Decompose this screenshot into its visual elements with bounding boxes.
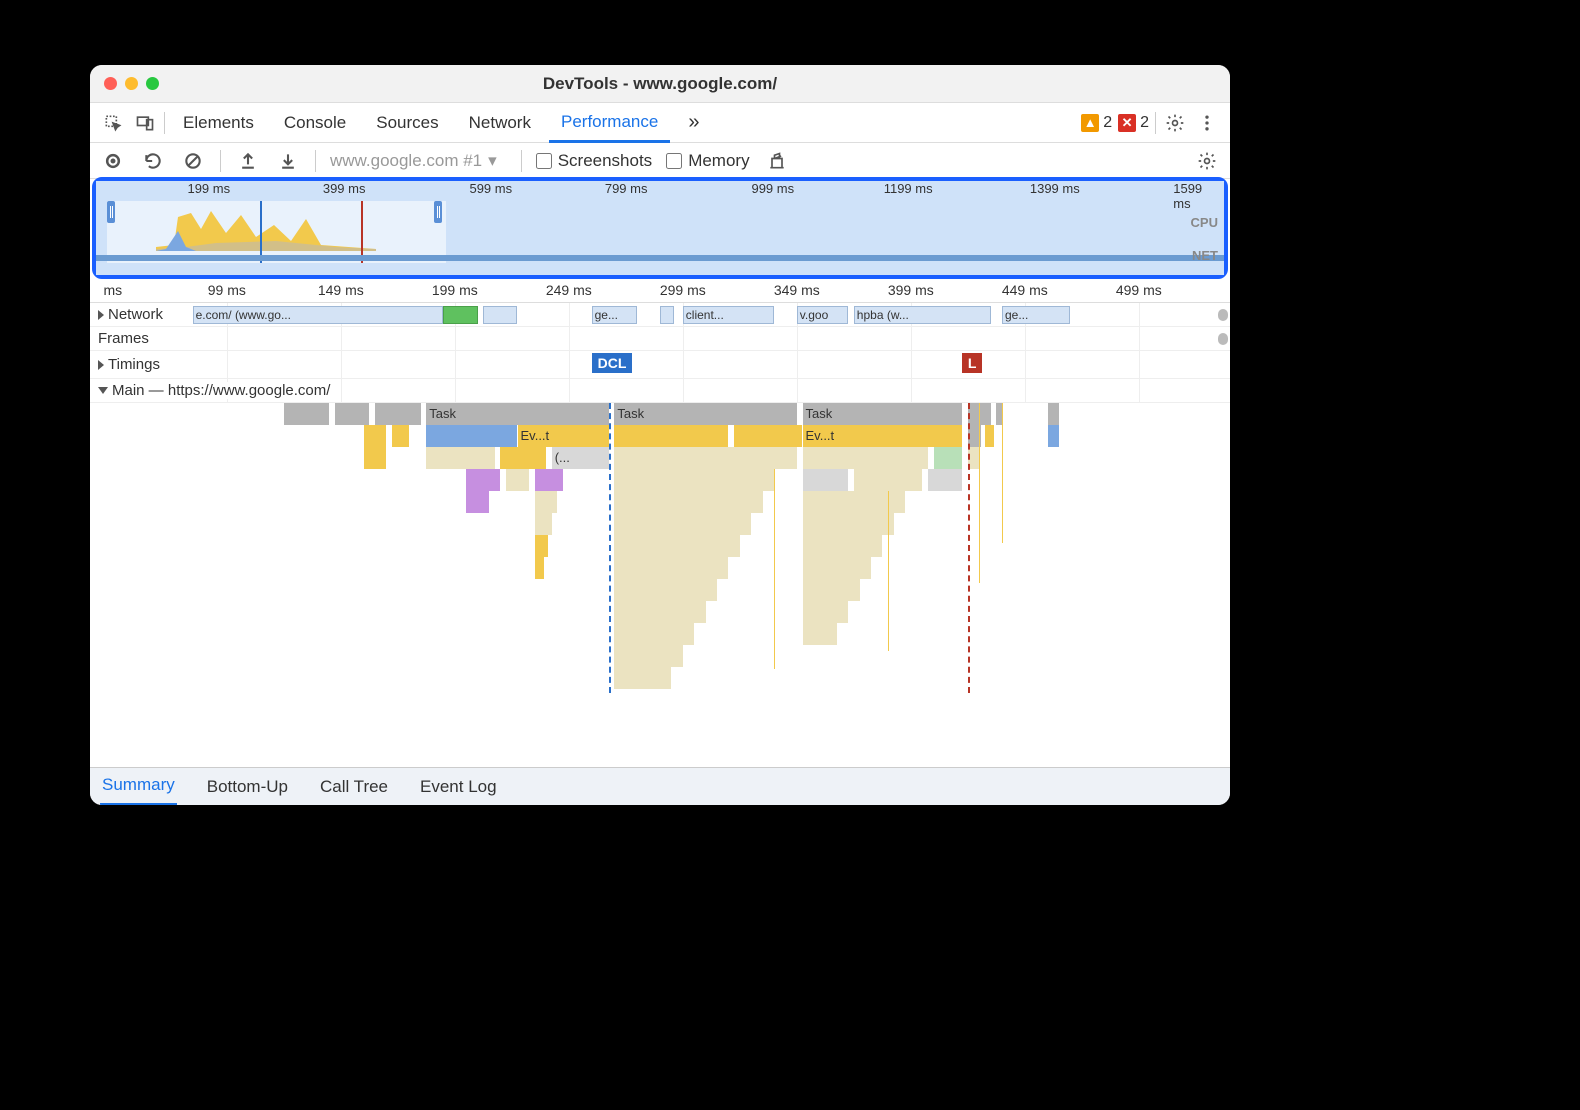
load-badge[interactable]: L — [962, 353, 982, 373]
gear-icon[interactable] — [1162, 110, 1188, 136]
devtools-window: DevTools - www.google.com/ Elements Cons… — [90, 65, 1230, 805]
selection-handle-right[interactable] — [434, 201, 442, 223]
dcl-badge[interactable]: DCL — [592, 353, 633, 373]
net-label: NET — [1192, 248, 1218, 263]
record-icon[interactable] — [100, 148, 126, 174]
memory-checkbox[interactable]: Memory — [666, 151, 749, 171]
network-request[interactable]: hpba (w... — [854, 306, 991, 324]
flame-chart[interactable]: Task Task Task Ev...t Ev...t — [90, 403, 1230, 693]
frames-track[interactable]: Frames — [90, 327, 1230, 351]
selection-handle-left[interactable] — [107, 201, 115, 223]
tracks-area: Network e.com/ (www.go...ge...client...v… — [90, 303, 1230, 693]
timings-track[interactable]: Timings DCL L — [90, 351, 1230, 379]
window-title: DevTools - www.google.com/ — [90, 74, 1230, 94]
clear-icon[interactable] — [180, 148, 206, 174]
disclosure-icon[interactable] — [98, 310, 104, 320]
capture-settings-icon[interactable] — [1194, 148, 1220, 174]
collect-garbage-icon[interactable] — [764, 148, 790, 174]
tab-call-tree[interactable]: Call Tree — [318, 769, 390, 805]
kebab-icon[interactable] — [1194, 110, 1220, 136]
network-request[interactable] — [443, 306, 477, 324]
cpu-chart — [156, 207, 376, 251]
net-overview — [96, 255, 1224, 261]
tab-event-log[interactable]: Event Log — [418, 769, 499, 805]
network-request[interactable]: client... — [683, 306, 774, 324]
panel-tabs: Elements Console Sources Network Perform… — [90, 103, 1230, 143]
titlebar[interactable]: DevTools - www.google.com/ — [90, 65, 1230, 103]
tab-bottom-up[interactable]: Bottom-Up — [205, 769, 290, 805]
error-icon: ✕ — [1118, 114, 1136, 132]
timeline-overview[interactable]: 199 ms 399 ms 599 ms 799 ms 999 ms 1199 … — [96, 181, 1224, 275]
network-request[interactable]: v.goo — [797, 306, 848, 324]
track-scroll-thumb[interactable] — [1218, 333, 1228, 345]
reload-icon[interactable] — [140, 148, 166, 174]
tab-summary[interactable]: Summary — [100, 767, 177, 805]
errors-badge[interactable]: ✕ 2 — [1118, 114, 1149, 132]
network-request[interactable]: ge... — [592, 306, 638, 324]
screenshots-checkbox[interactable]: Screenshots — [536, 151, 653, 171]
recording-dropdown[interactable]: www.google.com #1 ▾ — [330, 151, 507, 171]
overview-highlight: 199 ms 399 ms 599 ms 799 ms 999 ms 1199 … — [92, 177, 1228, 279]
network-track[interactable]: Network e.com/ (www.go...ge...client...v… — [90, 303, 1230, 327]
network-request[interactable]: ge... — [1002, 306, 1070, 324]
chevron-down-icon: ▾ — [488, 151, 497, 171]
details-tabs: Summary Bottom-Up Call Tree Event Log — [90, 767, 1230, 805]
overview-ruler: 199 ms 399 ms 599 ms 799 ms 999 ms 1199 … — [96, 181, 1224, 201]
main-track-header[interactable]: Main — https://www.google.com/ — [90, 379, 1230, 403]
dcl-marker — [260, 201, 262, 263]
upload-icon[interactable] — [235, 148, 261, 174]
warning-icon: ▲ — [1081, 114, 1099, 132]
tab-elements[interactable]: Elements — [171, 105, 266, 141]
download-icon[interactable] — [275, 148, 301, 174]
perf-toolbar: www.google.com #1 ▾ Screenshots Memory — [90, 143, 1230, 179]
overview-chart[interactable]: CPU NET — [96, 201, 1224, 263]
network-request[interactable]: e.com/ (www.go... — [193, 306, 444, 324]
tab-console[interactable]: Console — [272, 105, 358, 141]
tab-performance[interactable]: Performance — [549, 104, 670, 143]
tab-sources[interactable]: Sources — [364, 105, 450, 141]
warnings-badge[interactable]: ▲ 2 — [1081, 114, 1112, 132]
load-marker — [361, 201, 363, 263]
network-request[interactable] — [660, 306, 674, 324]
network-request[interactable] — [483, 306, 517, 324]
inspect-icon[interactable] — [100, 110, 126, 136]
device-toolbar-icon[interactable] — [132, 110, 158, 136]
disclosure-icon[interactable] — [98, 360, 104, 370]
track-scroll-thumb[interactable] — [1218, 309, 1228, 321]
cpu-label: CPU — [1191, 215, 1218, 230]
detail-ruler[interactable]: ms 99 ms 149 ms 199 ms 249 ms 299 ms 349… — [90, 279, 1230, 303]
disclosure-open-icon[interactable] — [98, 387, 108, 394]
tab-network[interactable]: Network — [457, 105, 543, 141]
more-tabs-icon[interactable]: » — [676, 103, 711, 142]
